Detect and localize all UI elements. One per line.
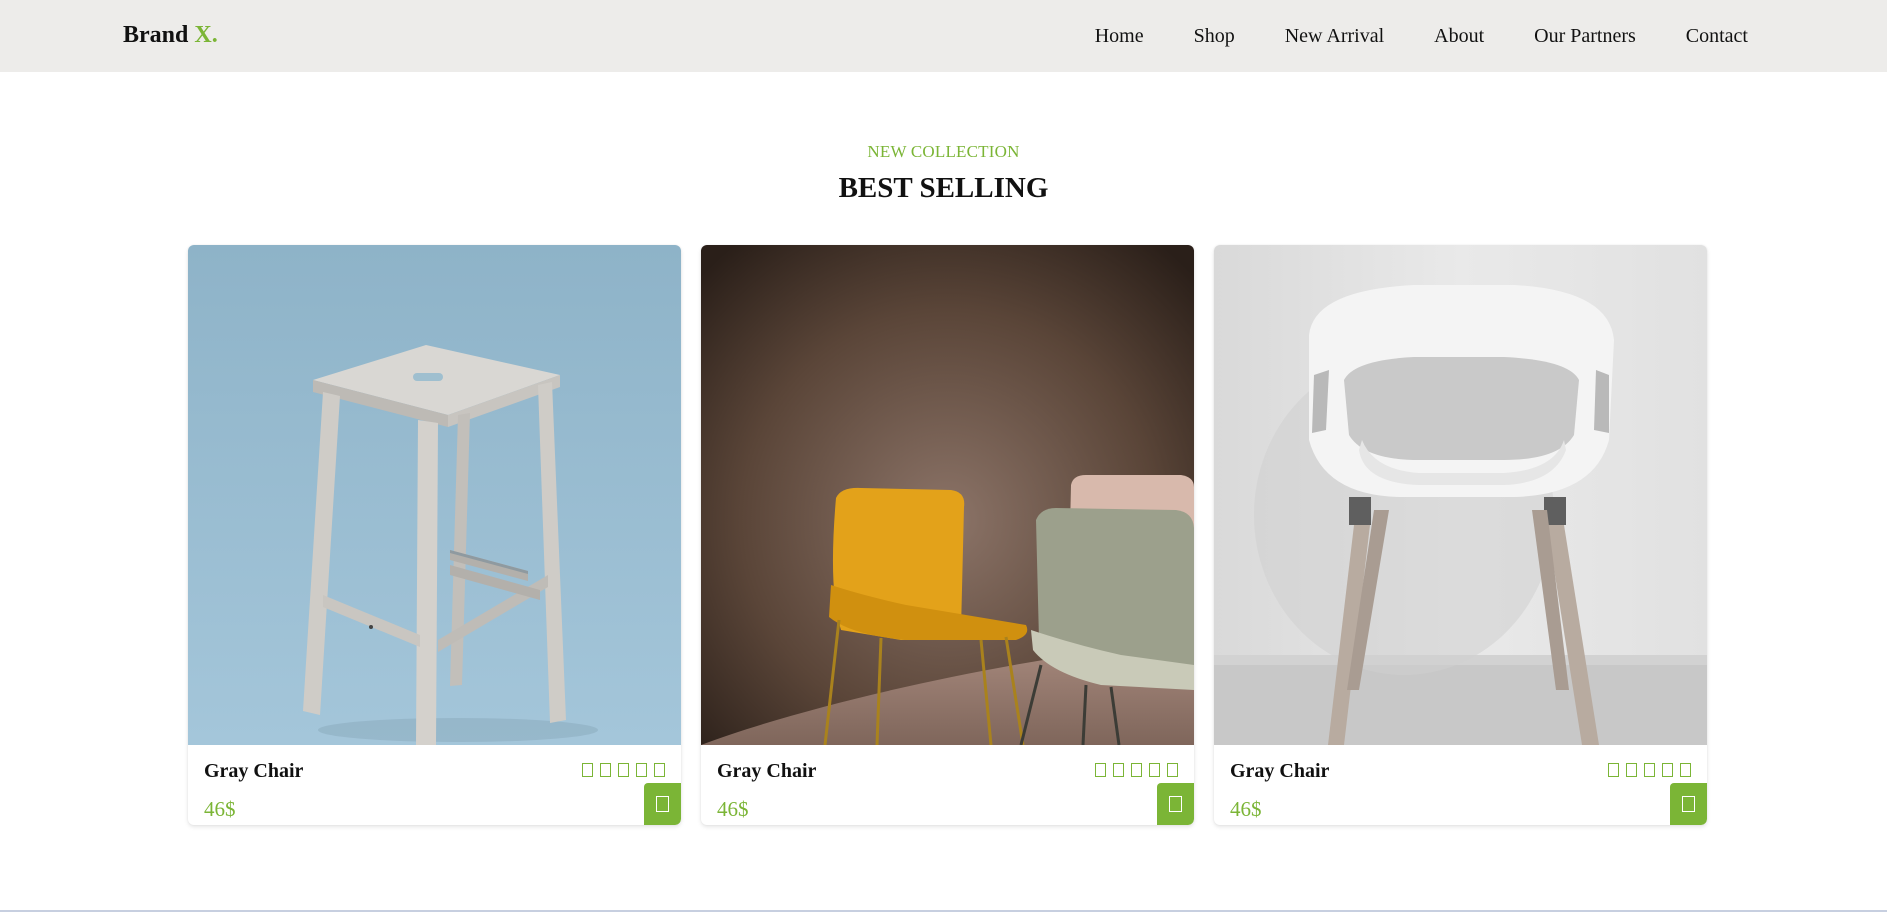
brand-accent: X. [194, 22, 218, 48]
star-icon[interactable] [1149, 763, 1160, 777]
product-image-white-chair[interactable] [1214, 245, 1707, 745]
star-icon[interactable] [1167, 763, 1178, 777]
product-price: 46$ [204, 797, 236, 821]
star-icon[interactable] [654, 763, 665, 777]
product-name: Gray Chair [204, 760, 304, 782]
product-price: 46$ [717, 797, 749, 821]
product-card[interactable]: Gray Chair 46$ [188, 245, 681, 825]
product-card[interactable]: Gray Chair 46$ [701, 245, 1194, 825]
navbar: Brand X. Home Shop New Arrival About Our… [0, 0, 1887, 72]
add-to-cart-button[interactable] [1157, 783, 1194, 825]
star-icon[interactable] [1680, 763, 1691, 777]
product-price: 46$ [1230, 797, 1262, 821]
product-image-chairs[interactable] [701, 245, 1194, 745]
star-icon[interactable] [1662, 763, 1673, 777]
nav-item-about[interactable]: About [1434, 24, 1484, 48]
add-to-cart-button[interactable] [644, 783, 681, 825]
star-icon[interactable] [1131, 763, 1142, 777]
star-icon[interactable] [636, 763, 647, 777]
star-icon[interactable] [1644, 763, 1655, 777]
star-icon[interactable] [1608, 763, 1619, 777]
section-eyebrow: NEW COLLECTION [867, 142, 1020, 161]
star-icon[interactable] [1113, 763, 1124, 777]
product-name: Gray Chair [1230, 760, 1330, 782]
cart-icon [1682, 796, 1695, 812]
star-icon[interactable] [618, 763, 629, 777]
nav-links: Home Shop New Arrival About Our Partners… [1095, 24, 1748, 48]
brand-name: Brand [123, 22, 189, 48]
product-name: Gray Chair [717, 760, 817, 782]
cart-icon [656, 796, 669, 812]
product-card[interactable]: Gray Chair 46$ [1214, 245, 1707, 825]
star-icon[interactable] [1626, 763, 1637, 777]
product-image-stool[interactable] [188, 245, 681, 745]
star-rating[interactable] [1095, 763, 1178, 777]
nav-item-our-partners[interactable]: Our Partners [1534, 24, 1636, 48]
star-icon[interactable] [1095, 763, 1106, 777]
nav-item-shop[interactable]: Shop [1194, 24, 1235, 48]
star-rating[interactable] [582, 763, 665, 777]
star-icon[interactable] [600, 763, 611, 777]
add-to-cart-button[interactable] [1670, 783, 1707, 825]
star-icon[interactable] [582, 763, 593, 777]
brand-logo[interactable]: Brand X. [123, 22, 218, 49]
nav-item-home[interactable]: Home [1095, 24, 1144, 48]
star-rating[interactable] [1608, 763, 1691, 777]
cart-icon [1169, 796, 1182, 812]
section-title: BEST SELLING [838, 172, 1049, 204]
nav-item-contact[interactable]: Contact [1686, 24, 1748, 48]
nav-item-new-arrival[interactable]: New Arrival [1285, 24, 1384, 48]
